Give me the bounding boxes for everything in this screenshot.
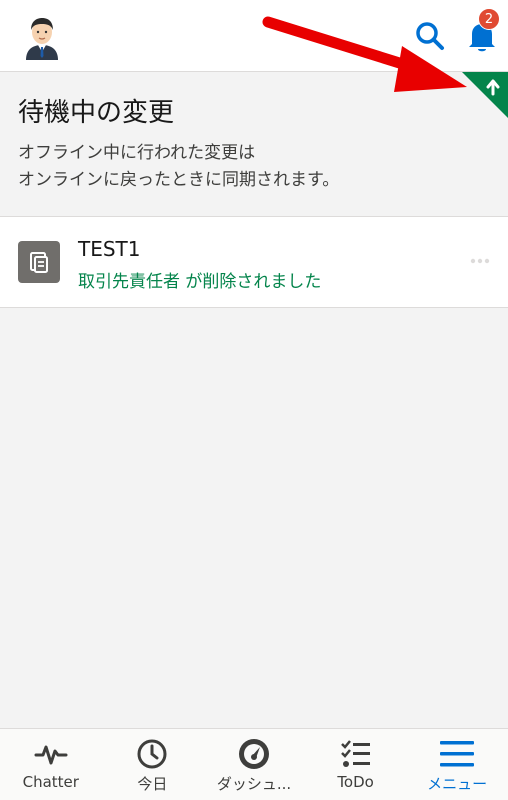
more-actions-button[interactable]	[468, 251, 492, 271]
description-line-1: オフライン中に行われた変更は	[18, 143, 256, 163]
tab-label: ダッシュ...	[216, 775, 292, 793]
notification-badge: 2	[478, 8, 500, 30]
tab-dashboards[interactable]: ダッシュ...	[203, 729, 305, 800]
change-status: 取引先責任者 が削除されました	[78, 272, 322, 292]
more-icon	[470, 258, 490, 264]
pulse-icon	[34, 745, 68, 765]
tab-label: Chatter	[22, 773, 79, 791]
tab-label: メニュー	[427, 775, 488, 793]
description-line-2: オンラインに戻ったときに同期されます。	[18, 170, 340, 190]
search-button[interactable]	[412, 18, 448, 54]
tab-today[interactable]: 今日	[102, 729, 204, 800]
avatar[interactable]	[18, 12, 66, 60]
page-title: 待機中の変更	[18, 98, 175, 128]
task-list-icon	[340, 740, 370, 767]
menu-icon	[440, 741, 475, 767]
tab-menu[interactable]: メニュー	[406, 729, 508, 800]
dashboard-gauge-icon	[238, 739, 269, 769]
search-icon	[416, 22, 444, 50]
sync-upload-corner[interactable]	[462, 72, 508, 118]
header: 2	[0, 0, 508, 72]
tab-label: 今日	[137, 775, 168, 793]
tab-todo[interactable]: ToDo	[305, 729, 407, 800]
tab-label: ToDo	[337, 773, 374, 791]
bottom-tab-bar: Chatter 今日 ダッシュ... ToDo メニュー	[0, 728, 508, 800]
record-name: TEST1	[78, 237, 141, 261]
record-icon	[18, 241, 60, 283]
clock-icon	[137, 739, 167, 769]
tab-chatter[interactable]: Chatter	[0, 729, 102, 800]
pending-change-item[interactable]: TEST1 取引先責任者 が削除されました	[0, 216, 508, 308]
avatar-person-icon	[26, 18, 58, 60]
arrow-up-icon	[462, 72, 508, 118]
page-description: オフライン中に行われた変更は オンラインに戻ったときに同期されます。	[18, 140, 488, 194]
